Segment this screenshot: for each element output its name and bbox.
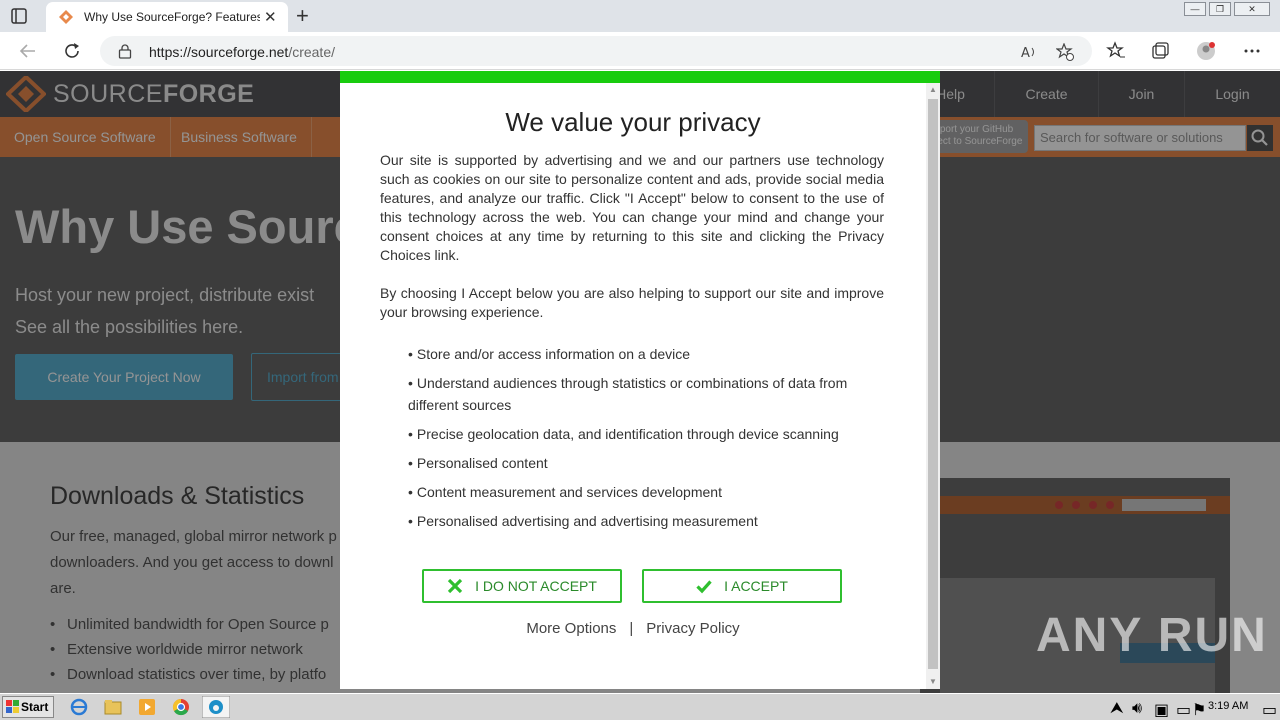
show-hidden-icons-icon[interactable]: ⮝: [1110, 700, 1124, 717]
back-icon[interactable]: [17, 40, 39, 62]
purpose-list: • Store and/or access information on a de…: [408, 343, 878, 539]
list-item: • Understand audiences through statistics…: [408, 375, 848, 413]
tab-title: Why Use SourceForge? Features a: [84, 10, 260, 24]
do-not-accept-button[interactable]: I DO NOT ACCEPT: [422, 569, 622, 603]
privacy-consent-dialog: ▲ ▼ We value your privacy Our site is su…: [340, 71, 940, 689]
windows-taskbar: Start ⮝ 🔊︎ ▣ ▭ ⚑ 3:19 AM ▭: [0, 693, 1280, 720]
consent-paragraph-1: Our site is supported by advertising and…: [380, 152, 884, 263]
dialog-scrollbar[interactable]: ▲ ▼: [926, 83, 940, 689]
lock-icon[interactable]: [118, 43, 132, 59]
scrollbar-thumb[interactable]: [928, 99, 938, 669]
restore-icon[interactable]: ❐: [1209, 2, 1231, 16]
more-menu-icon[interactable]: [1242, 41, 1262, 61]
privacy-policy-link[interactable]: Privacy Policy: [646, 620, 739, 637]
collections-icon[interactable]: [1150, 41, 1170, 61]
link-separator: |: [629, 620, 634, 637]
close-icon: [447, 578, 463, 594]
dialog-links: More Options | Privacy Policy: [340, 620, 926, 637]
sourceforge-favicon-icon: [59, 10, 73, 24]
purpose-text: Precise geolocation data, and identifica…: [416, 426, 839, 442]
new-tab-icon[interactable]: +: [296, 3, 309, 29]
purpose-text: Personalised content: [416, 455, 548, 471]
tab-close-icon[interactable]: ✕: [264, 8, 277, 26]
volume-icon[interactable]: 🔊︎: [1132, 700, 1146, 717]
purpose-text: Store and/or access information on a dev…: [416, 346, 691, 362]
clock: 3:19 AM: [1208, 700, 1249, 712]
show-desktop-icon[interactable]: ▭: [1262, 700, 1277, 719]
browser-tabstrip: Why Use SourceForge? Features a ✕ + — ❐ …: [0, 0, 1280, 32]
refresh-icon[interactable]: [61, 40, 83, 62]
start-button[interactable]: Start: [2, 696, 54, 718]
chrome-icon[interactable]: [170, 697, 192, 717]
edge-icon[interactable]: [202, 696, 230, 718]
favorites-icon[interactable]: [1106, 41, 1126, 61]
url-text: https://sourceforge.net/create/: [149, 44, 335, 60]
list-item: • Store and/or access information on a de…: [408, 346, 691, 362]
window-close-icon[interactable]: ✕: [1234, 2, 1270, 16]
purpose-text: Content measurement and services develop…: [416, 484, 722, 500]
profile-avatar-icon[interactable]: [1196, 41, 1216, 61]
svg-text:A: A: [1021, 46, 1030, 61]
url-path: /create/: [288, 44, 336, 60]
dialog-title: We value your privacy: [505, 107, 761, 137]
accept-label: I ACCEPT: [724, 578, 788, 594]
action-center-flag-icon[interactable]: ⚑: [1192, 700, 1206, 719]
minimize-icon[interactable]: —: [1184, 2, 1206, 16]
list-item: • Precise geolocation data, and identific…: [408, 426, 839, 442]
file-explorer-icon[interactable]: [102, 697, 124, 717]
purpose-text: Personalised advertising and advertising…: [416, 513, 758, 529]
list-item: • Personalised content: [408, 455, 548, 471]
consent-paragraph-2: By choosing I Accept below you are also …: [380, 285, 884, 320]
url-host: https://sourceforge.net: [149, 44, 289, 60]
more-options-link[interactable]: More Options: [526, 620, 616, 637]
scroll-down-icon[interactable]: ▼: [929, 677, 937, 686]
tab-actions-icon[interactable]: [10, 7, 28, 25]
power-icon[interactable]: ▭: [1176, 700, 1191, 719]
read-aloud-icon[interactable]: A: [1020, 43, 1038, 61]
accept-button[interactable]: I ACCEPT: [642, 569, 842, 603]
scroll-up-icon[interactable]: ▲: [929, 85, 937, 94]
windows-logo-icon: [6, 700, 19, 713]
address-bar-row: https://sourceforge.net/create/ A: [0, 32, 1280, 70]
anyrun-watermark: ANY RUN: [1036, 609, 1268, 662]
reject-label: I DO NOT ACCEPT: [475, 578, 597, 594]
internet-explorer-icon[interactable]: [68, 697, 90, 717]
browser-tab[interactable]: Why Use SourceForge? Features a ✕: [46, 2, 288, 32]
start-label: Start: [21, 700, 49, 714]
add-favorite-icon[interactable]: [1056, 43, 1074, 61]
network-icon[interactable]: ▣: [1154, 700, 1169, 719]
media-player-icon[interactable]: [136, 697, 158, 717]
list-item: • Personalised advertising and advertisin…: [408, 513, 758, 529]
list-item: • Content measurement and services develo…: [408, 484, 722, 500]
checkmark-icon: [696, 580, 712, 594]
purpose-text: Understand audiences through statistics …: [408, 375, 848, 413]
url-field[interactable]: https://sourceforge.net/create/ A: [100, 36, 1092, 66]
